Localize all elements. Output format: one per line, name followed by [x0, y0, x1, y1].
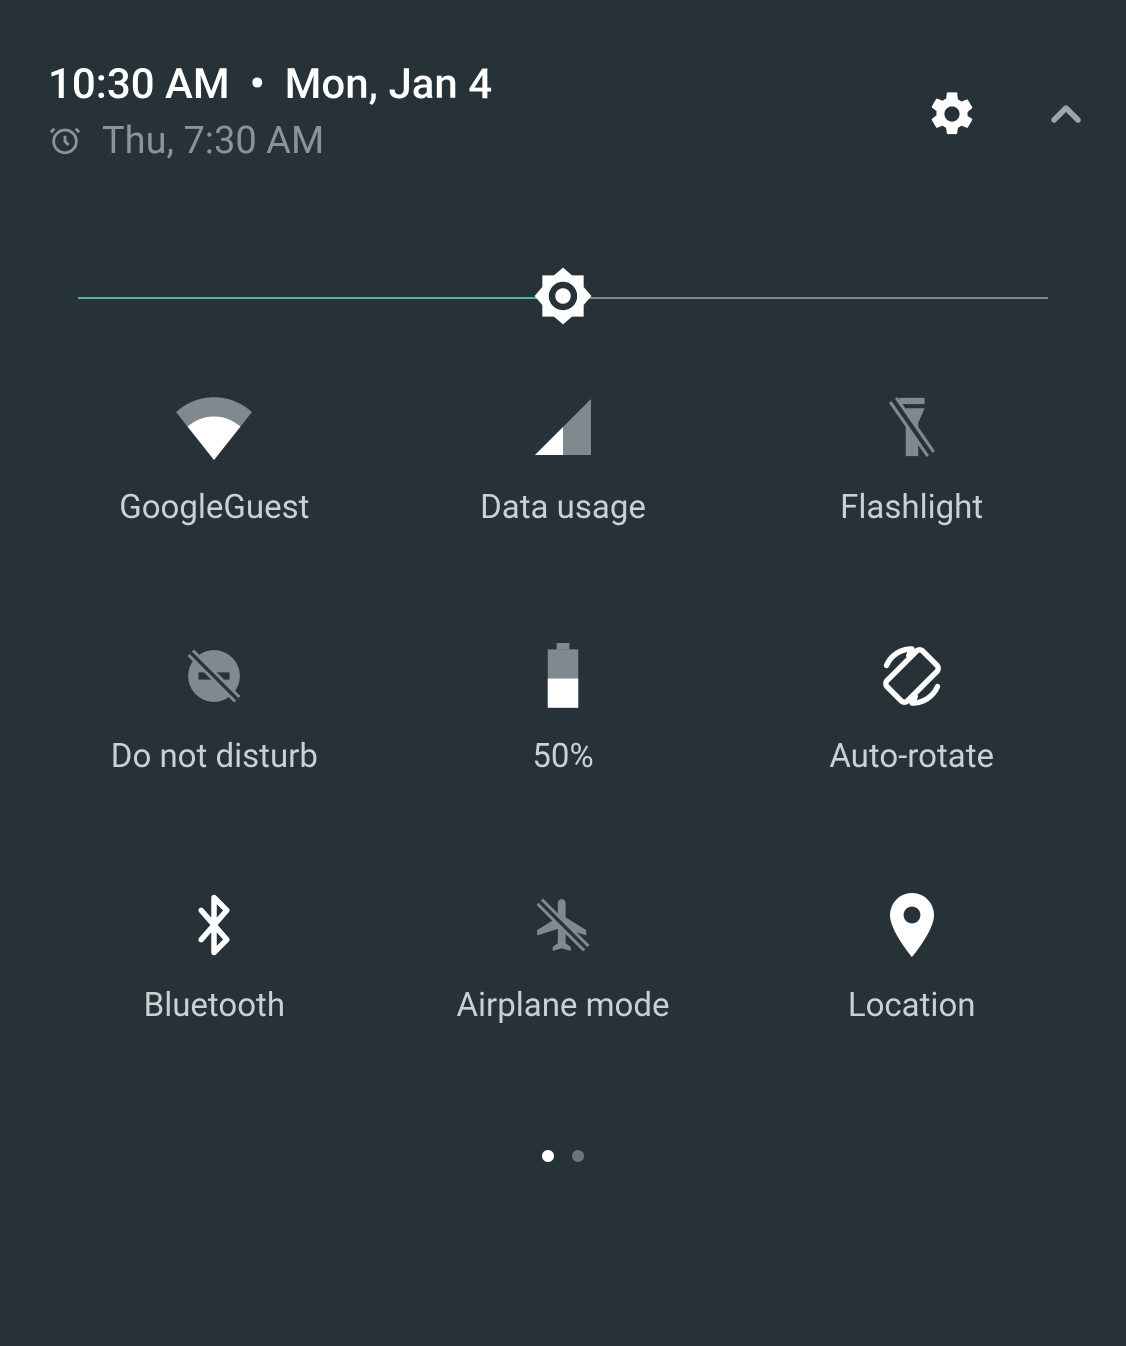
tile-flashlight-label: Flashlight: [840, 488, 983, 527]
auto-rotate-icon: [876, 643, 948, 709]
tile-wifi-label: GoogleGuest: [119, 488, 309, 527]
pager-dot-1[interactable]: [572, 1150, 584, 1162]
quick-settings-panel: 10:30 AM • Mon, Jan 4 Thu, 7:30 AM: [0, 0, 1126, 1346]
tile-battery-label: 50%: [532, 737, 593, 776]
location-icon: [888, 892, 936, 958]
header-actions: [926, 88, 1090, 144]
tile-location[interactable]: Location: [848, 892, 976, 1025]
alarm-icon: [48, 123, 82, 160]
tile-dnd-label: Do not disturb: [111, 737, 318, 776]
tile-flashlight[interactable]: Flashlight: [840, 394, 983, 527]
brightness-thumb[interactable]: [532, 265, 594, 331]
alarm-row[interactable]: Thu, 7:30 AM: [48, 122, 492, 160]
tile-location-label: Location: [848, 986, 976, 1025]
tile-wifi[interactable]: GoogleGuest: [119, 394, 309, 527]
tile-auto-rotate[interactable]: Auto-rotate: [829, 643, 994, 776]
tile-data-usage[interactable]: Data usage: [480, 394, 646, 527]
chevron-up-icon: [1042, 90, 1090, 142]
alarm-time-label: Thu, 7:30 AM: [102, 122, 324, 160]
status-header: 10:30 AM • Mon, Jan 4 Thu, 7:30 AM: [48, 64, 492, 160]
tile-airplane-mode[interactable]: Airplane mode: [456, 892, 669, 1025]
flashlight-off-icon: [887, 394, 937, 460]
tile-data-usage-label: Data usage: [480, 488, 646, 527]
collapse-button[interactable]: [1042, 90, 1090, 142]
tiles-grid: GoogleGuest Data usage Flashlight: [40, 394, 1086, 1025]
brightness-slider[interactable]: [78, 268, 1048, 328]
airplane-off-icon: [532, 892, 594, 958]
battery-icon: [545, 643, 581, 709]
brightness-fill: [78, 297, 563, 299]
brightness-icon: [532, 312, 594, 331]
status-header-top: 10:30 AM • Mon, Jan 4: [48, 64, 492, 106]
pager: [0, 1150, 1126, 1162]
clock-date: Mon, Jan 4: [285, 64, 492, 106]
pager-dot-0[interactable]: [542, 1150, 554, 1162]
tile-battery[interactable]: 50%: [532, 643, 593, 776]
tile-do-not-disturb[interactable]: Do not disturb: [111, 643, 318, 776]
clock-time: 10:30 AM: [48, 64, 230, 106]
dnd-off-icon: [183, 643, 245, 709]
settings-button[interactable]: [926, 88, 978, 144]
tile-airplane-mode-label: Airplane mode: [456, 986, 669, 1025]
cellular-icon: [535, 394, 591, 460]
tile-auto-rotate-label: Auto-rotate: [829, 737, 994, 776]
wifi-icon: [174, 394, 254, 460]
tile-bluetooth-label: Bluetooth: [144, 986, 285, 1025]
gear-icon: [926, 88, 978, 144]
bluetooth-icon: [192, 892, 236, 958]
tile-bluetooth[interactable]: Bluetooth: [144, 892, 285, 1025]
